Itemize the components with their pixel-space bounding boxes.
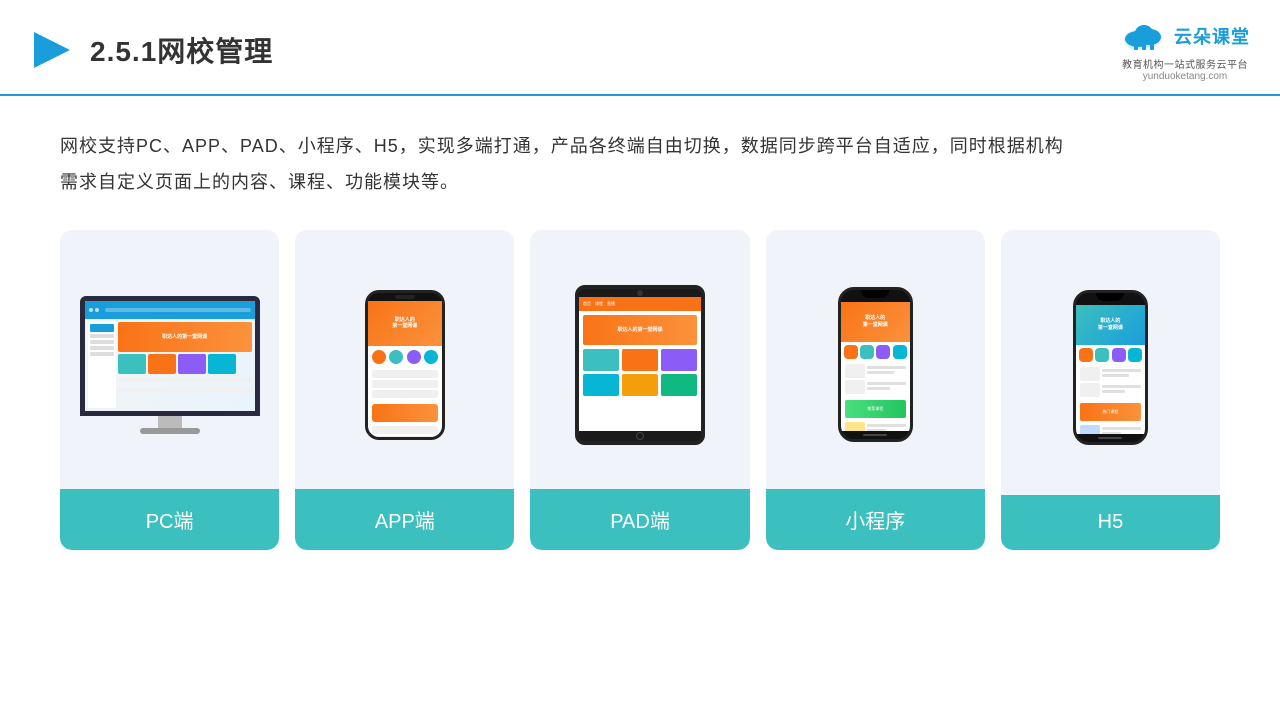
card-pad: 首页 课程 直播 职达人的第一堂网课	[530, 230, 749, 550]
monitor-screen: 职达人的第一堂网课	[80, 296, 260, 416]
card-pad-label: PAD端	[530, 489, 749, 550]
logo-tagline: 教育机构一站式服务云平台	[1122, 56, 1248, 71]
miniphone-frame-mp: 职达人的第一堂网课	[838, 287, 913, 442]
page-title: 2.5.1网校管理	[90, 30, 273, 70]
tablet-frame: 首页 课程 直播 职达人的第一堂网课	[575, 285, 705, 445]
card-app-image: 职达人的第一堂网课	[295, 230, 514, 489]
card-app-label: APP端	[295, 489, 514, 550]
platform-cards: 职达人的第一堂网课	[0, 220, 1280, 570]
card-h5-image: 职达人的第一堂网课	[1001, 230, 1220, 495]
description-text: 网校支持PC、APP、PAD、小程序、H5，实现多端打通，产品各终端自由切换，数…	[0, 96, 1280, 220]
phone-mockup-mp: 职达人的第一堂网课	[838, 287, 913, 442]
miniphone-frame-h5: 职达人的第一堂网课	[1073, 290, 1148, 445]
card-pc-image: 职达人的第一堂网课	[60, 230, 279, 489]
card-h5: 职达人的第一堂网课	[1001, 230, 1220, 550]
card-miniprogram-image: 职达人的第一堂网课	[766, 230, 985, 489]
card-miniprogram-label: 小程序	[766, 489, 985, 550]
cloud-logo-wrap: 云朵课堂	[1120, 18, 1250, 54]
brand-logo-icon	[30, 28, 74, 72]
yunduoketang-logo: 云朵课堂 教育机构一站式服务云平台 yunduoketang.com	[1120, 18, 1250, 82]
monitor-mockup: 职达人的第一堂网课	[80, 296, 260, 434]
card-h5-label: H5	[1001, 495, 1220, 550]
header-left: 2.5.1网校管理	[30, 28, 273, 72]
phone-mockup-app: 职达人的第一堂网课	[365, 290, 445, 440]
card-app: 职达人的第一堂网课	[295, 230, 514, 550]
tablet-mockup: 首页 课程 直播 职达人的第一堂网课	[575, 285, 705, 445]
card-pc-label: PC端	[60, 489, 279, 550]
logo-url: yunduoketang.com	[1143, 71, 1228, 82]
card-pc: 职达人的第一堂网课	[60, 230, 279, 550]
cloud-icon	[1120, 18, 1168, 54]
phone-mockup-h5: 职达人的第一堂网课	[1073, 290, 1148, 445]
phone-frame: 职达人的第一堂网课	[365, 290, 445, 440]
logo-text: 云朵课堂	[1174, 23, 1250, 49]
card-miniprogram: 职达人的第一堂网课	[766, 230, 985, 550]
header: 2.5.1网校管理 云朵课堂 教育机构一站式服务云平台 yunduoketang…	[0, 0, 1280, 96]
card-pad-image: 首页 课程 直播 职达人的第一堂网课	[530, 230, 749, 489]
